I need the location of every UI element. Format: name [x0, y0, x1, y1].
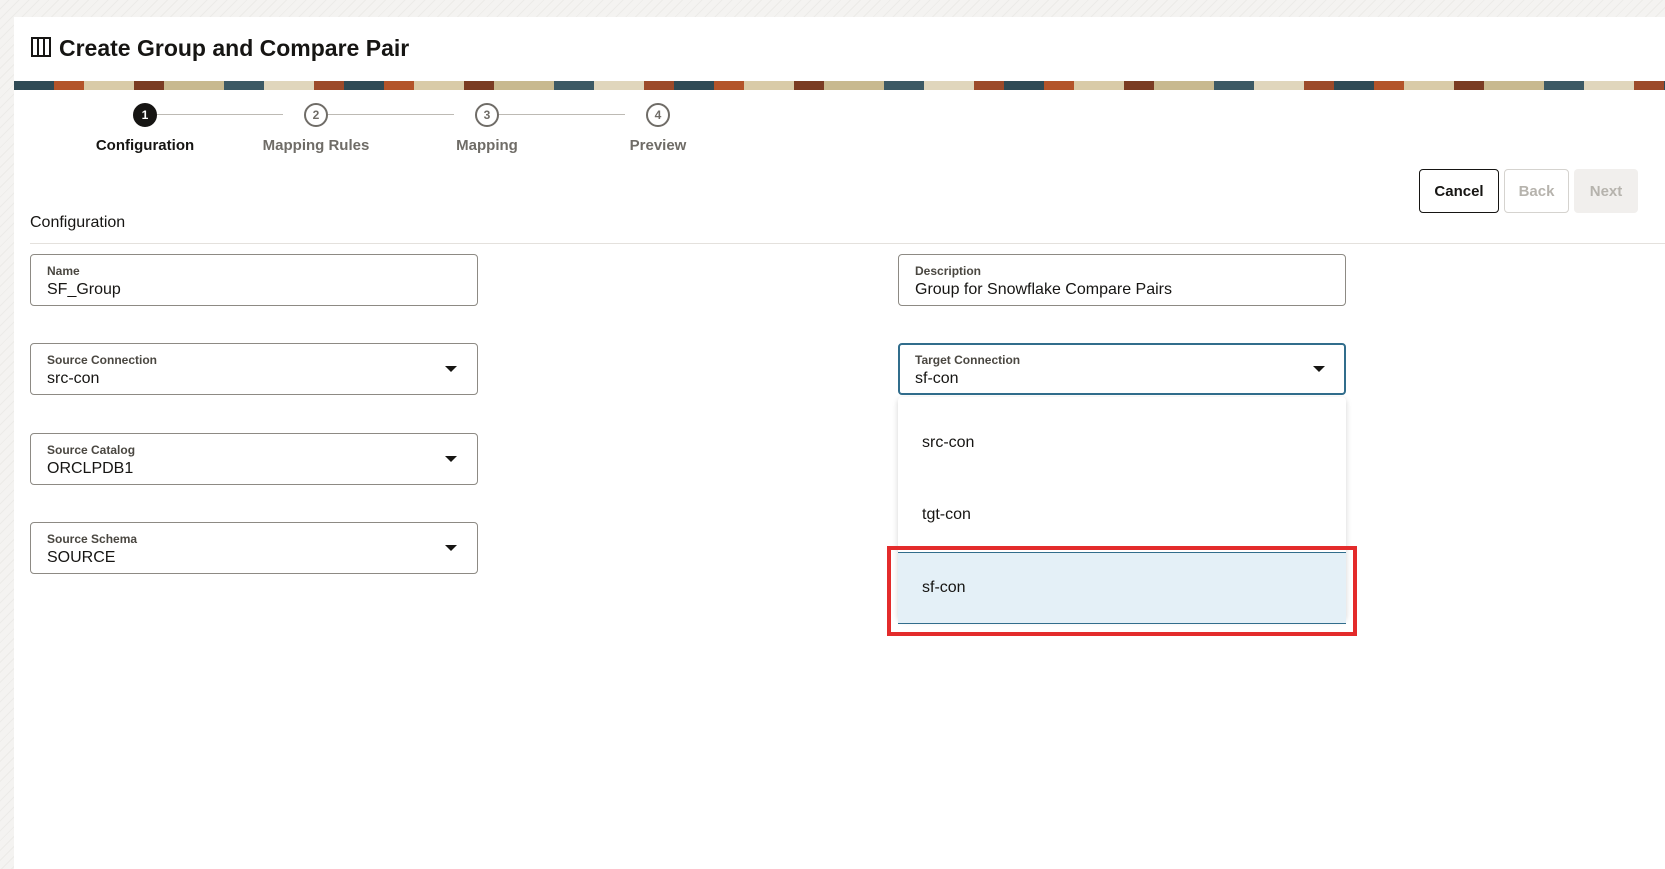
field-label: Target Connection [915, 353, 1021, 367]
section-divider [30, 243, 1665, 244]
field-label: Source Schema [47, 532, 138, 546]
chevron-down-icon[interactable] [1313, 366, 1325, 372]
section-title: Configuration [30, 214, 126, 231]
chevron-down-icon[interactable] [445, 456, 457, 462]
step-mapping[interactable]: 3 Mapping [402, 103, 572, 154]
chevron-down-icon[interactable] [445, 366, 457, 372]
page-header: Create Group and Compare Pair [14, 17, 1665, 81]
field-label: Name [47, 264, 80, 278]
annotation-highlight-box [887, 546, 1357, 636]
target-connection-select[interactable]: Target Connection sf-con [898, 343, 1346, 395]
dropdown-option[interactable]: src-con [898, 407, 1346, 479]
field-value: sf-con [915, 370, 959, 387]
field-value: SOURCE [47, 549, 116, 566]
field-value: src-con [47, 370, 100, 387]
cancel-button[interactable]: Cancel [1419, 169, 1499, 213]
step-number: 4 [646, 103, 670, 127]
chevron-down-icon[interactable] [445, 545, 457, 551]
step-configuration[interactable]: 1 Configuration [60, 103, 230, 154]
field-value: SF_Group [47, 281, 121, 298]
columns-icon [31, 37, 51, 57]
dialog-panel: Create Group and Compare Pair 1 Configur… [14, 17, 1665, 869]
source-connection-select[interactable]: Source Connection src-con [30, 343, 478, 395]
source-catalog-select[interactable]: Source Catalog ORCLPDB1 [30, 433, 478, 485]
field-label: Source Catalog [47, 443, 136, 457]
back-button[interactable]: Back [1504, 169, 1569, 213]
step-label: Mapping Rules [262, 137, 370, 154]
step-mapping-rules[interactable]: 2 Mapping Rules [231, 103, 401, 154]
source-schema-select[interactable]: Source Schema SOURCE [30, 522, 478, 574]
decorative-banner [14, 81, 1665, 90]
field-label: Source Connection [47, 353, 158, 367]
field-label: Description [915, 264, 982, 278]
name-field[interactable]: Name SF_Group [30, 254, 478, 306]
next-button[interactable]: Next [1574, 169, 1638, 213]
dropdown-option[interactable]: tgt-con [898, 479, 1346, 551]
field-value: ORCLPDB1 [47, 460, 134, 477]
step-label: Preview [629, 137, 687, 154]
page-title: Create Group and Compare Pair [59, 35, 410, 61]
step-preview[interactable]: 4 Preview [573, 103, 743, 154]
step-label: Mapping [456, 137, 518, 154]
step-number: 2 [304, 103, 328, 127]
step-label: Configuration [95, 137, 195, 154]
step-number: 3 [475, 103, 499, 127]
field-value: Group for Snowflake Compare Pairs [915, 281, 1172, 298]
step-number: 1 [133, 103, 157, 127]
description-field[interactable]: Description Group for Snowflake Compare … [898, 254, 1346, 306]
